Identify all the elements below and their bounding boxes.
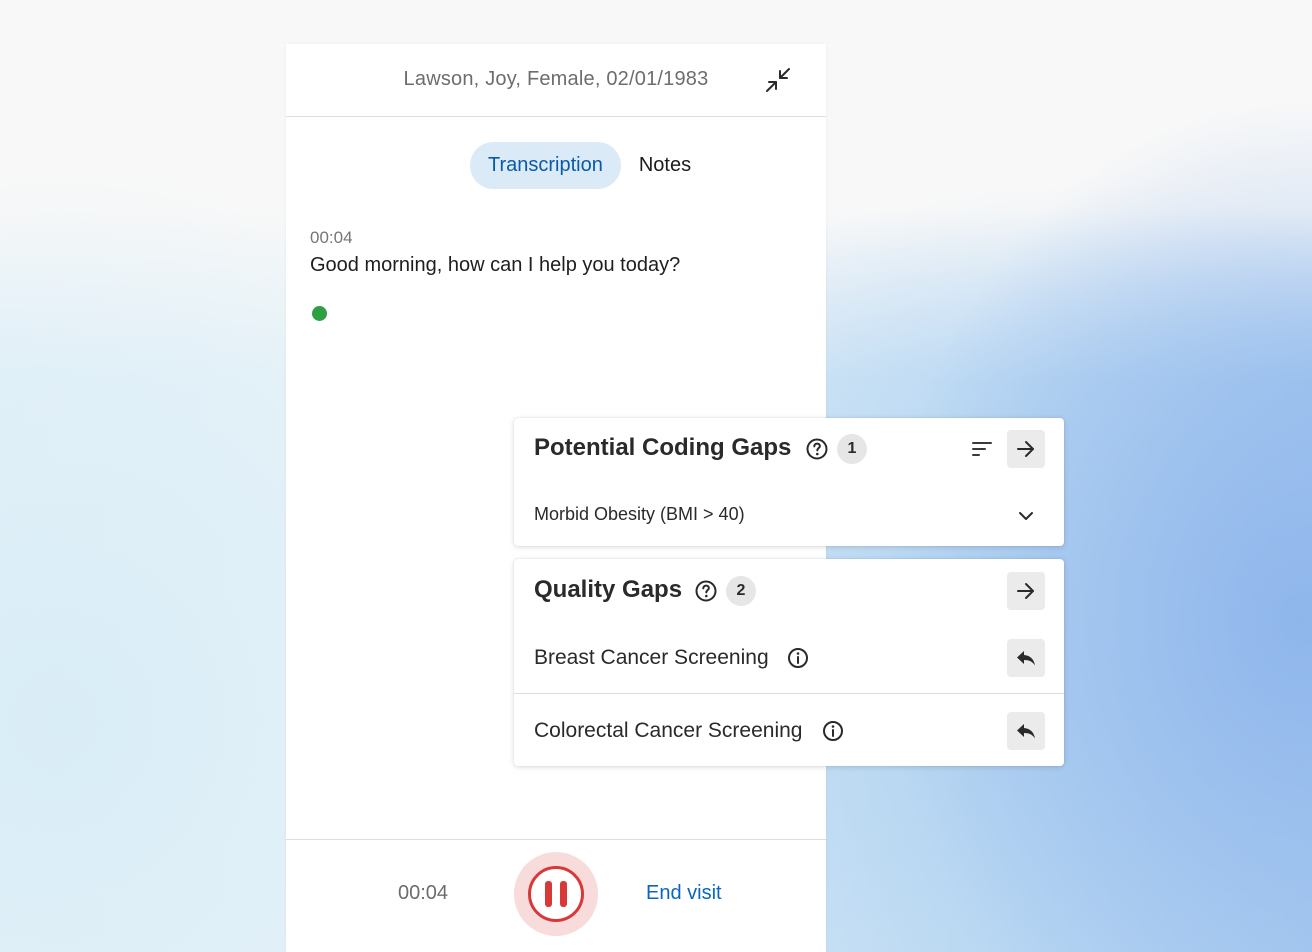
reply-icon [1017,724,1035,739]
coding-gaps-open-button[interactable] [1007,430,1045,468]
collapse-arrows-icon [766,68,790,92]
sort-icon [972,442,992,456]
quality-gaps-card: Quality Gaps 2 Breast Cancer Screening C… [514,559,1064,766]
help-icon[interactable] [694,579,718,603]
patient-info: Lawson, Joy, Female, 02/01/1983 [403,68,709,90]
collapse-button[interactable] [762,64,794,96]
quality-gap-item-breast: Breast Cancer Screening [534,646,769,669]
chevron-down-icon [1019,512,1033,520]
arrow-right-icon [1017,441,1034,457]
arrow-right-icon [1017,583,1034,599]
tab-transcription[interactable]: Transcription [470,142,621,189]
coding-gap-item[interactable]: Morbid Obesity (BMI > 40) [534,504,745,525]
view-tabs: Transcription Notes [470,142,709,189]
coding-gaps-count: 1 [837,434,867,464]
transcript-text: Good morning, how can I help you today? [310,254,681,276]
help-icon[interactable] [805,437,829,461]
reply-button-colorectal[interactable] [1007,712,1045,750]
coding-gaps-card: Potential Coding Gaps 1 Morbid Obesity (… [514,418,1064,546]
pause-bar-left [545,881,552,907]
quality-gaps-count: 2 [726,576,756,606]
expand-button[interactable] [1010,500,1042,532]
quality-gaps-open-button[interactable] [1007,572,1045,610]
pause-button[interactable] [514,852,598,936]
info-icon[interactable] [787,647,809,669]
info-icon[interactable] [822,720,844,742]
coding-gaps-title: Potential Coding Gaps [534,434,792,461]
end-visit-link[interactable]: End visit [646,882,722,905]
sort-button[interactable] [963,430,1001,468]
panel-header: Lawson, Joy, Female, 02/01/1983 [286,44,826,117]
elapsed-time: 00:04 [398,882,449,904]
transcript-timestamp: 00:04 [310,228,353,247]
recording-controls: 00:04 End visit [286,839,826,952]
live-recording-indicator [312,306,327,321]
row-divider [514,693,1064,694]
quality-gaps-title: Quality Gaps [534,576,683,603]
pause-icon [528,866,584,922]
reply-button-breast[interactable] [1007,639,1045,677]
reply-icon [1017,651,1035,666]
quality-gap-item-colorectal: Colorectal Cancer Screening [534,719,803,742]
tab-notes[interactable]: Notes [621,142,709,189]
pause-bar-right [560,881,567,907]
